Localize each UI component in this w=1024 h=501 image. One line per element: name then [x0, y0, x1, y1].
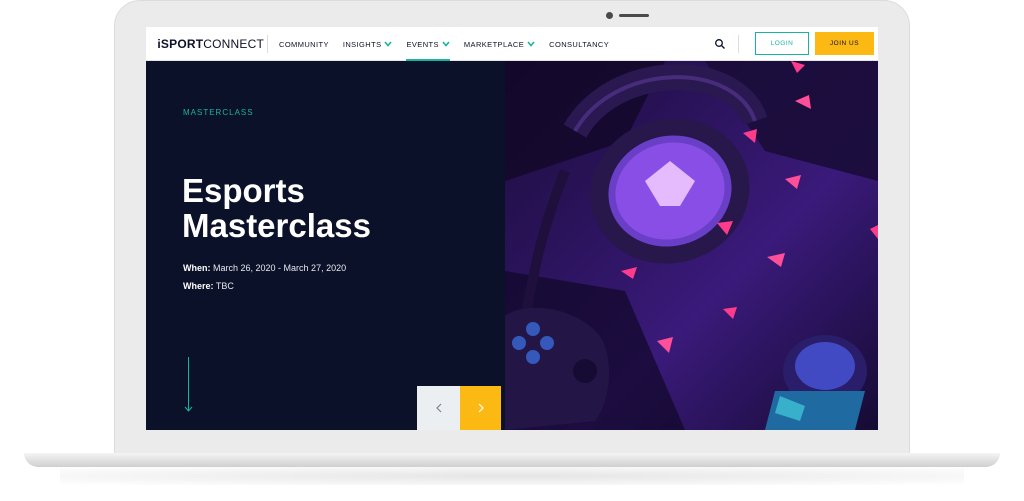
nav-divider [267, 35, 268, 53]
laptop-mockup: iSPORTCONNECT COMMUNITY INSIGHTS EVENTS … [0, 0, 1024, 501]
site-logo[interactable]: iSPORTCONNECT [154, 31, 264, 57]
arrow-down-icon[interactable] [184, 357, 193, 413]
main-menu: COMMUNITY INSIGHTS EVENTS MARKETPLACE CO… [279, 27, 623, 61]
gaming-headset-controller-photo [505, 61, 878, 430]
webcam-icon [606, 12, 613, 19]
hero-photo-illustration [505, 61, 878, 430]
where-label: Where: [183, 281, 214, 291]
chevron-down-icon [384, 41, 393, 47]
when-label: When: [183, 263, 211, 273]
where-value: TBC [215, 281, 234, 291]
nav-item-label: CONSULTANCY [549, 39, 610, 49]
hero-panel: MASTERCLASS Esports Masterclass When: Ma… [146, 61, 505, 430]
event-where: Where: TBC [183, 281, 234, 291]
nav-item-label: MARKETPLACE [463, 39, 525, 49]
laptop-shadow [60, 467, 964, 485]
top-navigation: iSPORTCONNECT COMMUNITY INSIGHTS EVENTS … [146, 27, 878, 61]
nav-item-label: EVENTS [406, 39, 439, 49]
join-us-button[interactable]: JOIN US [815, 32, 874, 55]
previous-slide-button[interactable] [417, 386, 460, 430]
nav-item-insights[interactable]: INSIGHTS [343, 27, 393, 61]
chevron-down-icon [527, 41, 535, 47]
chevron-down-icon [442, 41, 450, 47]
logo-prefix: iSPORT [157, 37, 204, 51]
camera-slot [619, 14, 649, 17]
nav-item-events[interactable]: EVENTS [406, 27, 451, 61]
event-category: MASTERCLASS [183, 108, 254, 117]
logo-suffix: CONNECT [203, 37, 264, 51]
event-when: When: March 26, 2020 - March 27, 2020 [183, 263, 346, 273]
search-icon[interactable] [714, 38, 726, 50]
nav-item-marketplace[interactable]: MARKETPLACE [464, 27, 535, 61]
nav-item-label: COMMUNITY [279, 39, 329, 49]
chevron-left-icon [435, 403, 441, 413]
login-button[interactable]: LOGIN [755, 32, 809, 55]
nav-item-label: INSIGHTS [342, 39, 382, 49]
chevron-right-icon [478, 403, 484, 413]
event-title: Esports Masterclass [182, 172, 371, 244]
nav-item-community[interactable]: COMMUNITY [279, 27, 329, 61]
laptop-base [24, 453, 1000, 467]
when-value: March 26, 2020 - March 27, 2020 [213, 263, 347, 273]
nav-divider [738, 35, 739, 53]
browser-screen: iSPORTCONNECT COMMUNITY INSIGHTS EVENTS … [146, 27, 878, 430]
nav-item-consultancy[interactable]: CONSULTANCY [549, 27, 609, 61]
next-slide-button[interactable] [460, 386, 501, 430]
